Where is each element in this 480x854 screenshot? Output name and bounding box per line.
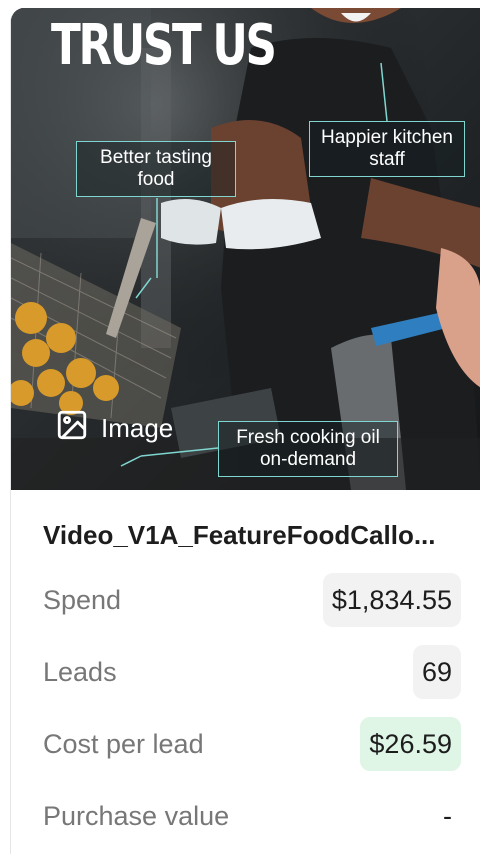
metric-value-badge: $26.59 bbox=[360, 717, 461, 771]
metric-row-purchase-value: Purchase value - bbox=[43, 788, 461, 844]
metric-row-cost-per-lead: Cost per lead $26.59 bbox=[43, 716, 461, 772]
ad-media-thumbnail[interactable]: TRUST US Better tasting food Happier kit… bbox=[11, 8, 480, 490]
metric-row-spend: Spend $1,834.55 bbox=[43, 572, 461, 628]
metric-value-badge: 69 bbox=[412, 645, 461, 699]
media-type-label: Image bbox=[101, 413, 174, 443]
ad-name[interactable]: Video_V1A_FeatureFoodCallo... bbox=[43, 520, 463, 551]
callout-fresh-cooking-oil: Fresh cooking oil on-demand bbox=[218, 421, 398, 477]
callout-better-tasting-food: Better tasting food bbox=[76, 141, 236, 197]
metric-value-badge: $1,834.55 bbox=[322, 573, 461, 627]
media-type-indicator: Image bbox=[55, 408, 173, 449]
image-icon bbox=[55, 408, 89, 449]
metric-label: Spend bbox=[43, 584, 122, 615]
metric-label: Purchase value bbox=[43, 800, 230, 831]
media-headline: TRUST US bbox=[51, 13, 277, 78]
metric-row-leads: Leads 69 bbox=[43, 644, 461, 700]
metric-value: - bbox=[443, 801, 452, 831]
callout-happier-kitchen-staff: Happier kitchen staff bbox=[309, 121, 465, 177]
metric-label: Leads bbox=[43, 656, 117, 687]
ad-card[interactable]: TRUST US Better tasting food Happier kit… bbox=[10, 8, 480, 854]
metric-label: Cost per lead bbox=[43, 728, 204, 759]
